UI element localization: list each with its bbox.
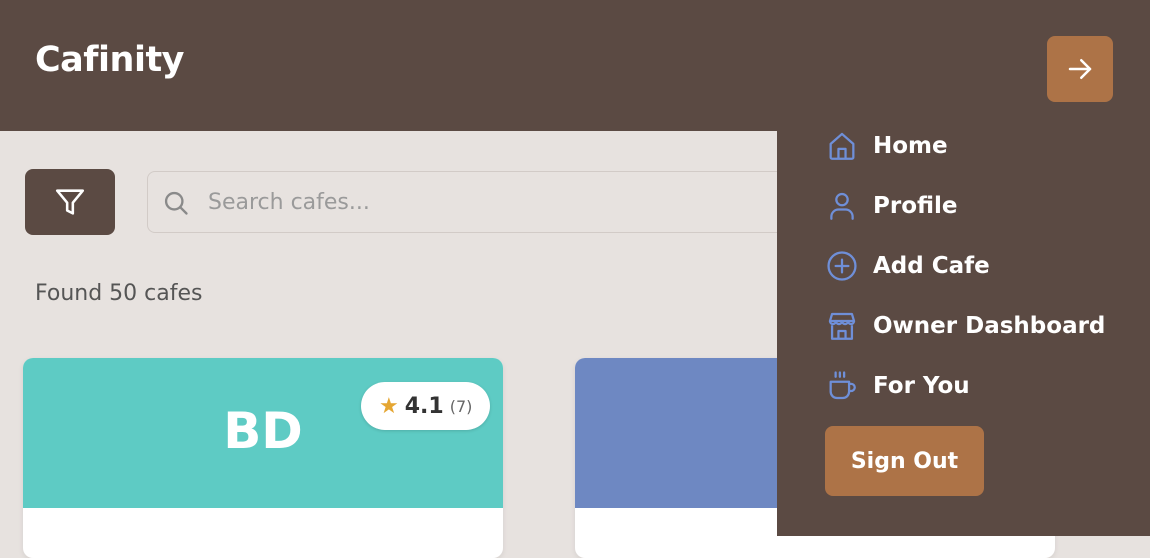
user-icon: [830, 192, 854, 220]
menu-item-label: Owner Dashboard: [873, 313, 1106, 339]
store-icon: [828, 312, 856, 340]
search-icon: [164, 191, 188, 215]
filter-icon: [55, 189, 85, 215]
menu-item-label: Home: [873, 133, 948, 159]
menu-item-owner-dashboard[interactable]: Owner Dashboard: [825, 306, 1125, 346]
menu-item-label: For You: [873, 373, 970, 399]
rating-value: 4.1: [404, 393, 444, 419]
close-menu-button[interactable]: [1047, 36, 1113, 102]
review-count: (7): [449, 396, 473, 416]
menu-item-label: Profile: [873, 193, 958, 219]
menu-item-label: Add Cafe: [873, 253, 990, 279]
search-box: [147, 171, 847, 233]
coffee-cup-icon: [829, 371, 856, 400]
cafe-card-banner: BD ★ 4.1 (7): [23, 358, 503, 508]
menu-item-add-cafe[interactable]: Add Cafe: [825, 246, 1125, 286]
menu-item-for-you[interactable]: For You: [825, 366, 1125, 406]
arrow-right-icon: [1068, 59, 1092, 79]
app-header: Cafinity: [0, 0, 1150, 131]
rating-badge: ★ 4.1 (7): [361, 382, 491, 430]
results-count: Found 50 cafes: [35, 281, 203, 306]
sign-out-button[interactable]: Sign Out: [825, 426, 984, 496]
menu-item-home[interactable]: Home: [825, 126, 1125, 166]
search-input[interactable]: [208, 172, 808, 232]
plus-circle-icon: [827, 251, 857, 281]
star-icon: ★: [379, 393, 399, 419]
filter-button[interactable]: [25, 169, 115, 235]
nav-menu: Home Profile Add Cafe Owner Dashboard Fo…: [777, 131, 1150, 536]
app-title: Cafinity: [35, 40, 185, 80]
home-icon: [829, 132, 855, 160]
menu-item-profile[interactable]: Profile: [825, 186, 1125, 226]
cafe-card[interactable]: BD ★ 4.1 (7): [23, 358, 503, 558]
